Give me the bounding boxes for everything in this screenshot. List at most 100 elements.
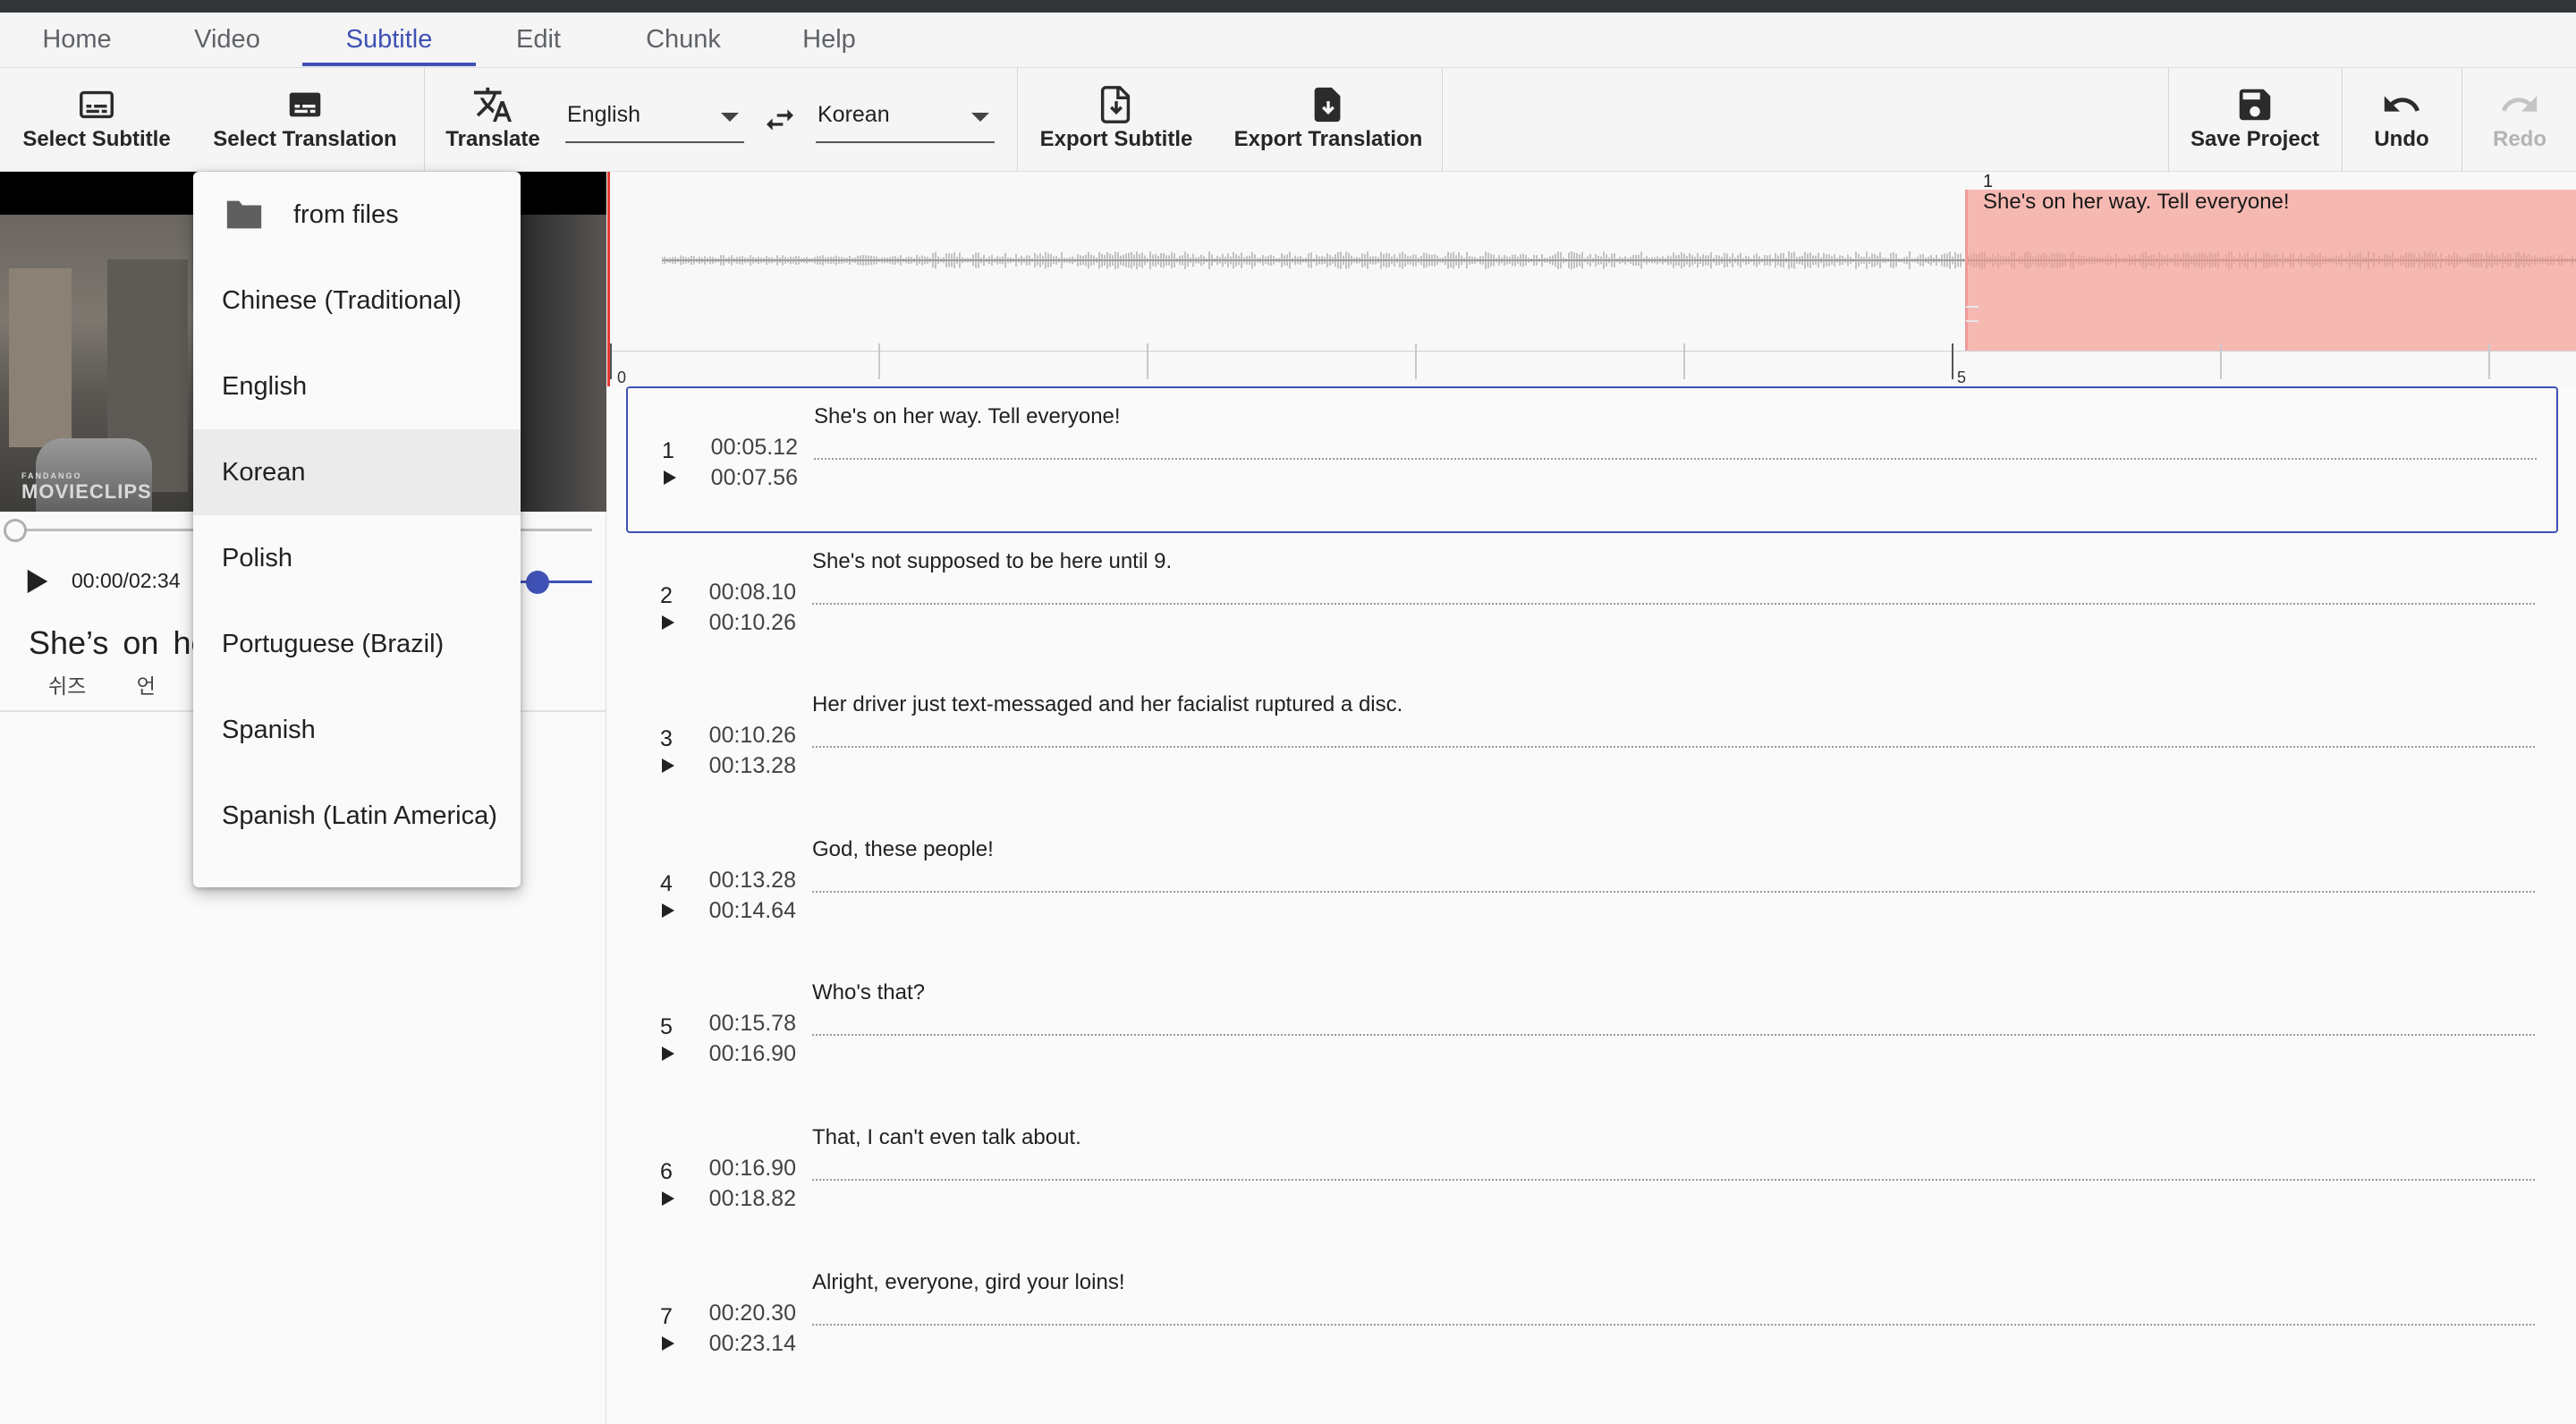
menu-item-chinese-traditional[interactable]: Chinese (Traditional) (193, 258, 521, 343)
subtitle-index: 7 (660, 1304, 673, 1329)
target-language-select[interactable]: Korean (816, 95, 995, 143)
region-resize-handle[interactable] (1966, 306, 1979, 322)
tab-help[interactable]: Help (775, 13, 884, 66)
subtitle-end-time[interactable]: 00:13.28 (689, 753, 796, 779)
subtitle-text-input[interactable]: Who's that? (812, 980, 925, 1005)
play-segment-icon[interactable] (662, 1336, 674, 1351)
subtitle-text-input[interactable]: Her driver just text-messaged and her fa… (812, 692, 1402, 717)
subtitle-start-time[interactable]: 00:08.10 (689, 580, 796, 606)
subtitle-end-time[interactable]: 00:10.26 (689, 610, 796, 636)
tab-home[interactable]: Home (20, 13, 134, 66)
subtitle-end-time[interactable]: 00:16.90 (689, 1041, 796, 1067)
tab-edit[interactable]: Edit (487, 13, 590, 66)
subtitle-start-time[interactable]: 00:05.12 (691, 435, 798, 461)
video-frame-right (521, 215, 606, 512)
ruler-tick (1683, 343, 1685, 379)
subtitle-start-time[interactable]: 00:10.26 (689, 723, 796, 749)
play-segment-icon[interactable] (662, 1047, 674, 1061)
subtitle-end-time[interactable]: 00:23.14 (689, 1331, 796, 1357)
save-icon (2239, 89, 2271, 121)
subtitle-text-input[interactable]: Alright, everyone, gird your loins! (812, 1270, 1125, 1295)
subtitle-row[interactable]: 1 00:05.12 00:07.56 She's on her way. Tell … (626, 386, 2558, 533)
undo-icon (2384, 96, 2420, 112)
subtitle-index: 2 (660, 583, 673, 608)
menu-item-polish[interactable]: Polish (193, 515, 521, 601)
subtitle-row[interactable]: 7 00:20.30 00:23.14 Alright, everyone, gird… (626, 1254, 2558, 1401)
play-icon[interactable] (25, 568, 50, 595)
file-download-icon (1100, 86, 1131, 123)
subtitle-start-time[interactable]: 00:16.90 (689, 1156, 796, 1182)
file-download-filled-icon (1314, 87, 1341, 123)
toolbar-divider (1017, 68, 1018, 172)
source-language-select[interactable]: English (565, 95, 744, 143)
select-translation-button[interactable]: Select Translation (209, 68, 401, 172)
undo-button[interactable]: Undo (2352, 68, 2451, 172)
subtitle-row[interactable]: 3 00:10.26 00:13.28 Her driver just text-me… (626, 676, 2558, 823)
subtitle-row[interactable]: 2 00:08.10 00:10.26 She's not supposed to b… (626, 533, 2558, 680)
subtitle-start-time[interactable]: 00:15.78 (689, 1011, 796, 1037)
volume-handle[interactable] (526, 571, 549, 594)
menu-item-spanish-latin-america[interactable]: Spanish (Latin America) (193, 773, 521, 859)
chevron-down-icon (971, 113, 989, 122)
folder-icon (226, 200, 262, 229)
save-project-button[interactable]: Save Project (2182, 68, 2327, 172)
translate-icon (473, 87, 513, 123)
chevron-down-icon (721, 113, 739, 122)
menu-item-korean[interactable]: Korean (193, 429, 521, 515)
menu-bar: Home Video Subtitle Edit Chunk Help (0, 13, 2576, 68)
ruler-label-5: 5 (1957, 369, 1967, 386)
text-underline (812, 746, 2535, 748)
menu-item-from-files[interactable]: from files (193, 172, 521, 258)
subtitle-end-time[interactable]: 00:07.56 (691, 465, 798, 491)
export-translation-button[interactable]: Export Translation (1231, 68, 1426, 172)
menu-item-portuguese-brazil[interactable]: Portuguese (Brazil) (193, 601, 521, 687)
window-top-strip (0, 0, 2576, 13)
playback-time: 00:00/02:34 (72, 569, 181, 592)
text-underline (812, 1034, 2535, 1036)
translation-subtitles-icon (289, 92, 321, 117)
play-segment-icon[interactable] (662, 615, 674, 630)
playhead-cursor[interactable] (607, 172, 610, 386)
swap-languages-icon[interactable] (762, 102, 798, 138)
subtitle-text-input[interactable]: She's not supposed to be here until 9. (812, 549, 1172, 574)
translate-button[interactable]: Translate (438, 68, 547, 172)
subtitle-row[interactable]: 6 00:16.90 00:18.82 That, I can't even talk… (626, 1109, 2558, 1256)
subtitle-index: 3 (660, 726, 673, 751)
subtitle-text-input[interactable]: She's on her way. Tell everyone! (814, 404, 1121, 429)
waveform-timeline[interactable]: 1 She's on her way. Tell everyone! 0 5 (608, 172, 2576, 386)
play-segment-icon[interactable] (662, 903, 674, 918)
region-text: She's on her way. Tell everyone! (1983, 190, 2290, 214)
subtitle-text-input[interactable]: That, I can't even talk about. (812, 1125, 1081, 1150)
seek-handle[interactable] (4, 519, 27, 542)
movieclips-watermark: FANDANGO MOVIECLIPS (21, 471, 152, 504)
subtitle-row[interactable]: 4 00:13.28 00:14.64 God, these people! (626, 821, 2558, 968)
toolbar: Select Subtitle Select Translation Trans… (0, 68, 2576, 172)
translation-language-menu: from files Chinese (Traditional) English… (193, 172, 521, 887)
ruler-tick (2220, 343, 2222, 379)
menu-item-english[interactable]: English (193, 343, 521, 429)
tab-chunk[interactable]: Chunk (626, 13, 741, 66)
play-segment-icon[interactable] (664, 470, 676, 485)
menu-item-spanish[interactable]: Spanish (193, 687, 521, 773)
play-segment-icon[interactable] (662, 759, 674, 773)
current-subtitle-text: She’s on he (29, 624, 209, 661)
ruler-tick (2488, 343, 2490, 379)
subtitles-icon (80, 90, 114, 119)
toolbar-divider (2342, 68, 2343, 172)
ruler-tick (1952, 343, 1953, 379)
subtitle-start-time[interactable]: 00:20.30 (689, 1301, 796, 1327)
subtitle-row[interactable]: 5 00:15.78 00:16.90 Who's that? (626, 964, 2558, 1111)
ruler-tick (610, 343, 612, 379)
redo-button[interactable]: Redo (2472, 68, 2567, 172)
tab-video[interactable]: Video (170, 13, 284, 66)
subtitle-text-input[interactable]: God, these people! (812, 837, 994, 862)
select-subtitle-button[interactable]: Select Subtitle (18, 68, 175, 172)
tab-subtitle[interactable]: Subtitle (302, 13, 476, 66)
play-segment-icon[interactable] (662, 1191, 674, 1206)
export-subtitle-button[interactable]: Export Subtitle (1038, 68, 1195, 172)
redo-icon (2501, 96, 2538, 112)
subtitle-start-time[interactable]: 00:13.28 (689, 868, 796, 894)
subtitle-end-time[interactable]: 00:18.82 (689, 1186, 796, 1212)
subtitle-end-time[interactable]: 00:14.64 (689, 898, 796, 924)
text-underline (812, 603, 2535, 605)
